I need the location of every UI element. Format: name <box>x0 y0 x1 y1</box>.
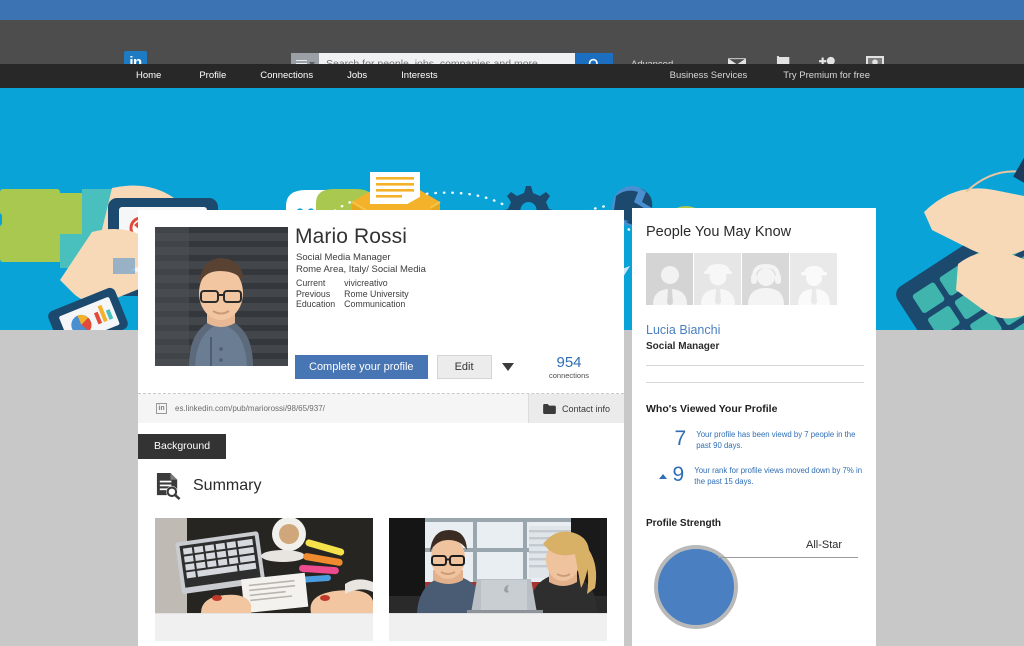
nav-left-group: Home Profile Connections Jobs Interests <box>136 64 455 88</box>
folder-icon <box>543 403 556 414</box>
stat-profile-views[interactable]: 7 Your profile has been viewd by 7 peopl… <box>646 428 864 451</box>
meta-value-current: vivicreativo <box>344 278 388 288</box>
global-header: in Advanced <box>0 20 1024 75</box>
summary-title: Summary <box>193 477 262 494</box>
public-url-box[interactable]: in es.linkedin.com/pub/mariorossi/98/65/… <box>138 394 528 423</box>
stat-profile-rank[interactable]: 9 Your rank for profile views moved down… <box>646 464 864 487</box>
profile-headline-title: Social Media Manager <box>296 252 391 263</box>
profile-photo[interactable] <box>155 227 288 366</box>
avatar-person-tie[interactable] <box>646 253 693 305</box>
nav-item-interests[interactable]: Interests <box>384 64 454 88</box>
public-profile-bar: in es.linkedin.com/pub/mariorossi/98/65/… <box>138 393 624 423</box>
edit-button[interactable]: Edit <box>436 355 492 379</box>
avatar-person-hardhat[interactable] <box>694 253 741 305</box>
nav-item-business-services[interactable]: Business Services <box>634 64 748 88</box>
meta-row-previous: Previous Rome University <box>296 289 409 300</box>
meta-value-education: Communication <box>344 299 406 309</box>
profile-meta: Current vivicreativo Previous Rome Unive… <box>296 278 409 310</box>
summary-photo-caption <box>389 613 607 641</box>
profile-strength-title: Profile Strength <box>646 518 722 529</box>
summary-photo-grid <box>155 518 607 641</box>
summary-photo-desk <box>155 518 373 613</box>
meta-value-previous: Rome University <box>344 288 409 299</box>
public-profile-url: es.linkedin.com/pub/mariorossi/98/65/937… <box>175 404 325 413</box>
pymk-person-role: Social Manager <box>646 341 720 352</box>
contact-info-label: Contact info <box>561 403 611 414</box>
linkedin-small-icon: in <box>156 403 167 414</box>
summary-document-icon <box>156 472 181 500</box>
nav-item-jobs[interactable]: Jobs <box>330 64 384 88</box>
primary-navigation: Home Profile Connections Jobs Interests … <box>0 64 1024 88</box>
connections-label: connections <box>548 371 590 380</box>
pymk-person-name[interactable]: Lucia Bianchi <box>646 323 864 337</box>
stat-profile-rank-number: 9 <box>659 463 685 486</box>
meta-row-education: Education Communication <box>296 299 409 310</box>
divider <box>646 382 864 383</box>
people-you-may-know-title: People You May Know <box>646 224 792 240</box>
stat-profile-views-text: Your profile has been viewd by 7 people … <box>696 430 856 450</box>
meta-key-current: Current <box>296 278 326 288</box>
contact-info-button[interactable]: Contact info <box>528 394 624 423</box>
whos-viewed-title: Who's Viewed Your Profile <box>646 403 778 415</box>
nav-item-try-premium[interactable]: Try Premium for free <box>747 64 870 88</box>
connections-block[interactable]: 954 connections <box>524 354 614 381</box>
meta-key-education: Education <box>296 299 336 309</box>
stat-profile-rank-text: Your rank for profile views moved down b… <box>694 466 863 486</box>
connections-count: 954 <box>556 354 582 371</box>
page-title: Mario Rossi <box>295 225 407 248</box>
profile-strength-level: All-Star <box>806 539 843 551</box>
summary-photo-meeting <box>389 518 607 613</box>
tab-background[interactable]: Background <box>138 434 227 459</box>
nav-item-home[interactable]: Home <box>136 64 182 88</box>
nav-item-connections[interactable]: Connections <box>243 64 330 88</box>
meta-row-current: Current vivicreativo <box>296 278 409 289</box>
profile-headline-location: Rome Area, Italy/ Social Media <box>296 263 426 275</box>
profile-strength-meter[interactable]: All-Star <box>646 539 864 631</box>
complete-profile-button[interactable]: Complete your profile <box>295 355 428 379</box>
stat-profile-rank-value: 9 <box>672 463 685 486</box>
summary-photo-card[interactable] <box>155 518 373 641</box>
summary-photo-card[interactable] <box>389 518 607 641</box>
browser-top-strip <box>0 0 1024 20</box>
profile-header-section: Mario Rossi Social Media Manager Rome Ar… <box>138 210 624 380</box>
avatar-person-headset[interactable] <box>742 253 789 305</box>
divider <box>646 365 864 366</box>
pymk-avatar-row <box>646 253 864 305</box>
linkedin-profile-page: $ @ <box>0 0 1024 646</box>
profile-card: Mario Rossi Social Media Manager Rome Ar… <box>138 210 624 646</box>
nav-right-group: Business Services Try Premium for free <box>634 64 870 88</box>
avatar-person-cap[interactable] <box>790 253 837 305</box>
summary-section-header: Summary <box>155 472 261 500</box>
stat-profile-views-number: 7 <box>674 427 687 450</box>
right-sidebar: People You May Know Lucia Bianchi Social… <box>632 208 876 646</box>
profile-strength-leader-line <box>718 557 858 558</box>
profile-action-row: Complete your profile Edit <box>295 355 514 379</box>
more-actions-chevron-down-icon[interactable] <box>501 363 514 371</box>
meta-key-previous: Previous <box>296 288 331 299</box>
summary-photo-caption <box>155 613 373 641</box>
nav-item-profile[interactable]: Profile <box>182 64 243 88</box>
triangle-up-icon <box>659 474 667 479</box>
profile-headline: Social Media Manager Rome Area, Italy/ S… <box>296 252 426 275</box>
